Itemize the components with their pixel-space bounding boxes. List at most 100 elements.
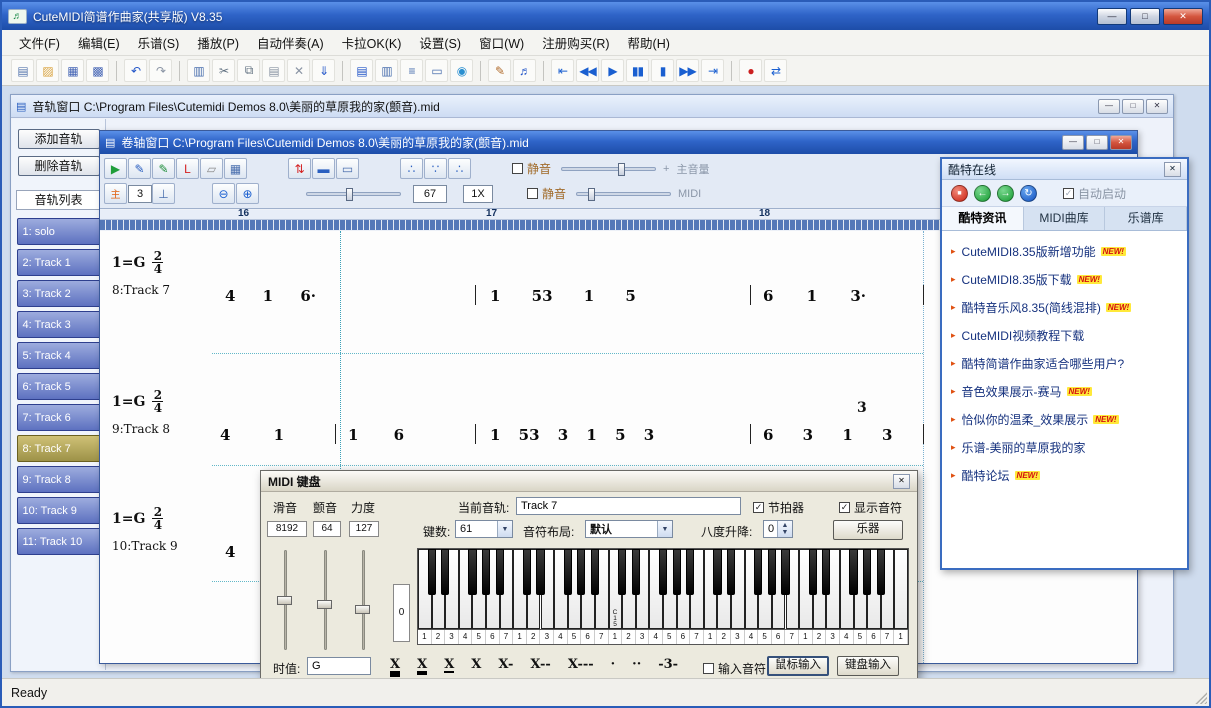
eraser-icon[interactable]: ▱	[200, 158, 223, 179]
undo-icon[interactable]: ↶	[124, 59, 147, 82]
kute-link[interactable]: ▸ CuteMIDI8.35版下载 NEW!	[951, 271, 1178, 288]
note-dot-tool-1-icon[interactable]: ∴	[400, 158, 423, 179]
rewind-icon[interactable]: ◀◀	[576, 59, 599, 82]
triplet-button[interactable]: -3-	[655, 656, 681, 678]
kute-link[interactable]: ▸ CuteMIDI8.35版新增功能 NEW!	[951, 243, 1178, 260]
black-key[interactable]	[673, 549, 681, 595]
black-key[interactable]	[441, 549, 449, 595]
black-key[interactable]	[496, 549, 504, 595]
double-dot-button[interactable]: ··	[629, 656, 644, 678]
track-list-item[interactable]: 2: Track 1	[17, 249, 101, 276]
kute-tab[interactable]: 乐谱库	[1105, 207, 1187, 230]
black-key[interactable]	[863, 549, 871, 595]
slider-thumb[interactable]	[317, 600, 332, 609]
web-icon[interactable]: ◉	[450, 59, 473, 82]
menu-item[interactable]: 注册购买(R)	[533, 30, 618, 55]
kute-tab[interactable]: MIDI曲库	[1024, 207, 1106, 230]
chevron-down-icon[interactable]: ▼	[497, 521, 512, 537]
measure-notes[interactable]: 4 1	[220, 426, 284, 444]
menu-item[interactable]: 帮助(H)	[619, 30, 679, 55]
kute-link[interactable]: ▸ 乐谱-美丽的草原我的家	[951, 439, 1178, 456]
menu-item[interactable]: 自动伴奏(A)	[248, 30, 333, 55]
slider-thumb[interactable]	[618, 163, 625, 176]
delete-icon[interactable]: ✕	[287, 59, 310, 82]
menu-item[interactable]: 设置(S)	[410, 30, 470, 55]
kute-tab[interactable]: 酷特资讯	[942, 207, 1024, 230]
black-key[interactable]	[618, 549, 626, 595]
duration-dotted-half-button[interactable]: X--	[527, 656, 553, 678]
black-key[interactable]	[523, 549, 531, 595]
duration-whole-button[interactable]: X---	[565, 656, 597, 678]
scroll-window-titlebar[interactable]: ▤ 卷轴窗口 C:\Program Files\Cutemidi Demos 8…	[100, 131, 1137, 154]
black-key[interactable]	[468, 549, 476, 595]
stop-icon[interactable]: ▮	[651, 59, 674, 82]
black-key[interactable]	[428, 549, 436, 595]
stop-icon[interactable]: ■	[951, 185, 968, 202]
paste-icon[interactable]: ▤	[262, 59, 285, 82]
kute-link[interactable]: ▸ 酷特论坛 NEW!	[951, 467, 1178, 484]
volume-plus[interactable]: +	[663, 163, 669, 175]
pen-icon[interactable]: ✎	[488, 59, 511, 82]
tempo-box[interactable]: 67	[413, 185, 447, 203]
mixer-icon[interactable]: ▥	[187, 59, 210, 82]
duration-8th-button[interactable]: X	[441, 656, 457, 678]
duration-input[interactable]	[307, 657, 371, 675]
black-key[interactable]	[822, 549, 830, 595]
black-key[interactable]	[536, 549, 544, 595]
select-region-icon[interactable]: ▬	[312, 158, 335, 179]
track-window-titlebar[interactable]: ▤ 音轨窗口 C:\Program Files\Cutemidi Demos 8…	[11, 95, 1173, 118]
track-list-item[interactable]: 7: Track 6	[17, 404, 101, 431]
dialog-titlebar[interactable]: MIDI 键盘 ✕	[261, 471, 917, 492]
chevron-down-icon[interactable]: ▼	[657, 521, 672, 537]
copy-icon[interactable]: ⧉	[237, 59, 260, 82]
track-list-item[interactable]: 3: Track 2	[17, 280, 101, 307]
slider-thumb[interactable]	[588, 188, 595, 201]
track-list-item[interactable]: 1: solo	[17, 218, 101, 245]
resize-grip[interactable]	[1194, 691, 1207, 704]
master-volume-slider[interactable]	[561, 167, 656, 171]
zoom-in-icon[interactable]: ⊕	[236, 183, 259, 204]
speed-box[interactable]: 1X	[463, 185, 493, 203]
save-icon[interactable]: ▦	[61, 59, 84, 82]
maximize-button[interactable]: □	[1122, 99, 1144, 114]
black-key[interactable]	[482, 549, 490, 595]
legato-l-icon[interactable]: L	[176, 158, 199, 179]
duration-16th-button[interactable]: X	[414, 656, 430, 678]
skip-start-icon[interactable]: ⇤	[551, 59, 574, 82]
keyboard-input-button[interactable]: 键盘输入	[837, 656, 899, 676]
measure-notes[interactable]: 4	[225, 543, 235, 561]
slider-thumb[interactable]	[355, 605, 370, 614]
pencil-add-icon[interactable]: ✎	[152, 158, 175, 179]
add-track-button[interactable]: 添加音轨	[18, 129, 100, 149]
fast-forward-icon[interactable]: ▶▶	[676, 59, 699, 82]
zoom-out-icon[interactable]: ⊖	[212, 183, 235, 204]
close-button[interactable]: ✕	[1163, 8, 1203, 25]
new-file-icon[interactable]: ▤	[11, 59, 34, 82]
black-key[interactable]	[781, 549, 789, 595]
app-titlebar[interactable]: ♬ CuteMIDI简谱作曲家(共享版) V8.35 — □ ✕	[2, 2, 1209, 30]
move-vertical-icon[interactable]: ⇅	[288, 158, 311, 179]
current-track-input[interactable]	[516, 497, 741, 515]
measure-notes[interactable]: 4 1 6·	[225, 287, 316, 305]
vibrato-slider[interactable]	[315, 550, 335, 650]
beat-ruler-icon[interactable]: ⊥	[152, 183, 175, 204]
menu-item[interactable]: 编辑(E)	[69, 30, 129, 55]
key-count-select[interactable]: 61▼	[455, 520, 513, 538]
kute-link[interactable]: ▸ 酷特音乐风8.35(简线混排) NEW!	[951, 299, 1178, 316]
pencil-icon[interactable]: ✎	[128, 158, 151, 179]
notation-icon[interactable]: ♬	[513, 59, 536, 82]
note-dot-tool-3-icon[interactable]: ∴	[448, 158, 471, 179]
select-cursor-icon[interactable]: ▶	[104, 158, 127, 179]
track-list-item[interactable]: 4: Track 3	[17, 311, 101, 338]
kute-link[interactable]: ▸ 音色效果展示-赛马 NEW!	[951, 383, 1178, 400]
duration-half-button[interactable]: X-	[495, 656, 516, 678]
octave-shift-spinner[interactable]: 0▲▼	[763, 520, 793, 538]
black-key[interactable]	[686, 549, 694, 595]
track-list-item[interactable]: 6: Track 5	[17, 373, 101, 400]
dot-button[interactable]: ·	[608, 656, 619, 678]
velocity-slider[interactable]	[353, 550, 373, 650]
tonic-tool-icon[interactable]: 主	[104, 183, 127, 204]
refresh-icon[interactable]: ↻	[1020, 185, 1037, 202]
black-key[interactable]	[564, 549, 572, 595]
list-view-icon[interactable]: ≡	[400, 59, 423, 82]
